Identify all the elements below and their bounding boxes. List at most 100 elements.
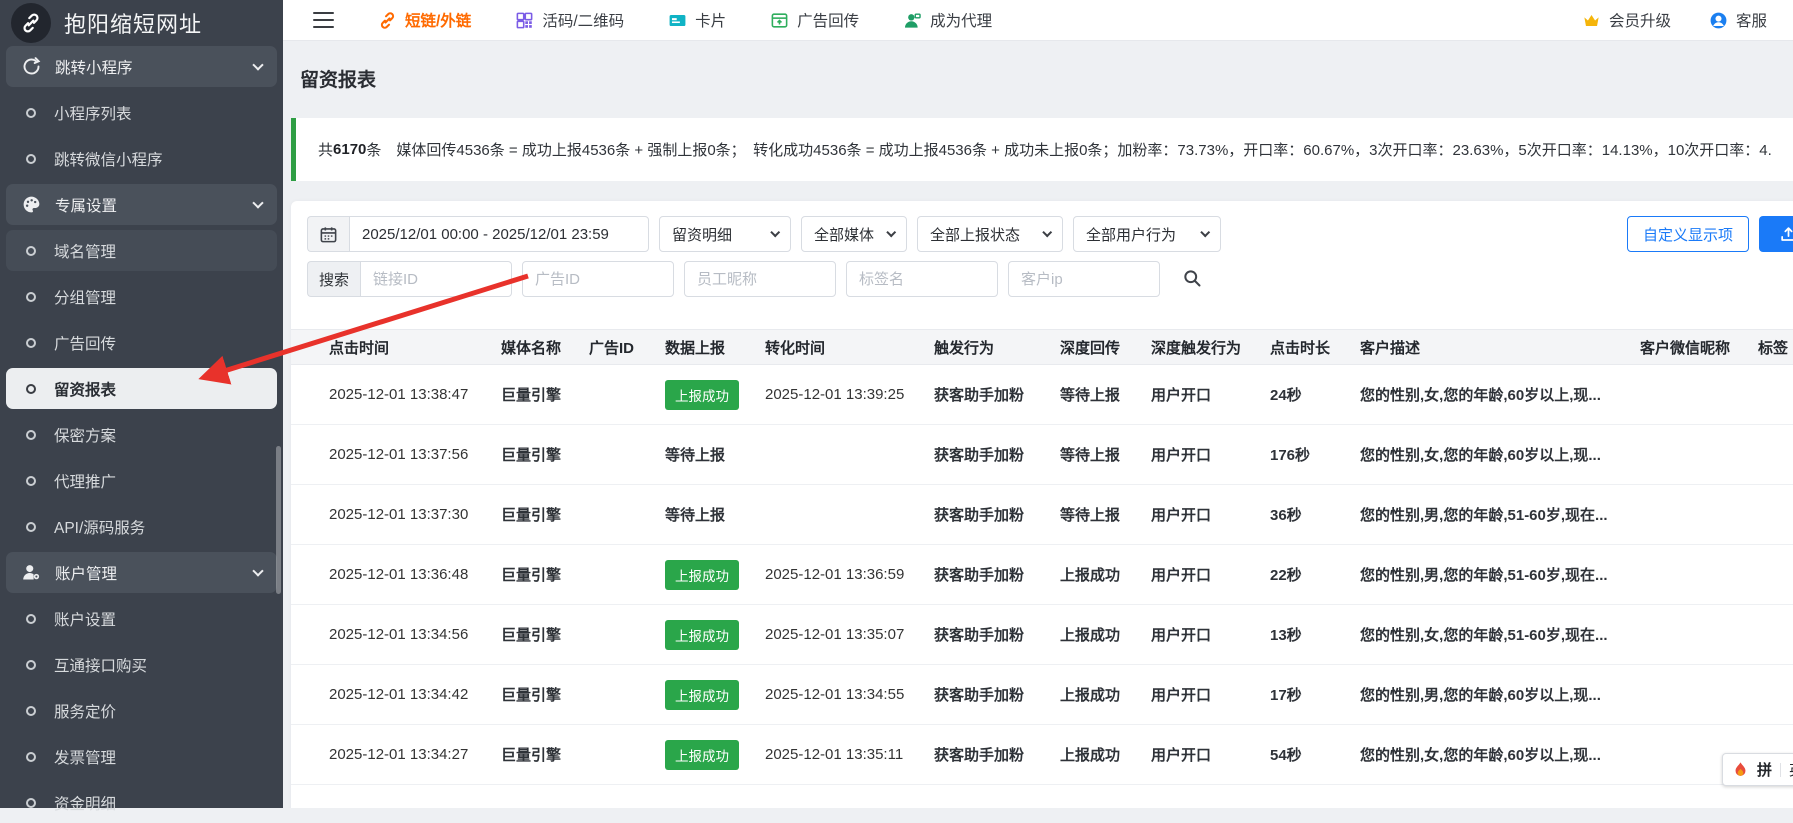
brand-logo[interactable] xyxy=(11,3,51,43)
sidebar-item[interactable]: 域名管理 xyxy=(6,230,277,271)
tab-qr[interactable]: 活码/二维码 xyxy=(515,9,624,31)
column-header: 客户描述 xyxy=(1360,330,1640,365)
report-table-wrap: 点击时间媒体名称广告ID数据上报转化时间触发行为深度回传深度触发行为点击时长客户… xyxy=(291,329,1793,785)
link-icon xyxy=(378,11,397,30)
sidebar-item-label: 域名管理 xyxy=(54,240,262,262)
table-row: 2025-12-01 13:38:47巨量引擎上报成功2025-12-01 13… xyxy=(291,365,1793,425)
sidebar-item-label: 保密方案 xyxy=(54,424,262,446)
column-header: 媒体名称 xyxy=(501,330,589,365)
column-header: 深度触发行为 xyxy=(1151,330,1270,365)
search-input[interactable] xyxy=(1008,261,1160,297)
status-text: 等待上报 xyxy=(665,507,725,524)
sidebar-item-label: 账户设置 xyxy=(54,608,262,630)
export-button[interactable] xyxy=(1759,216,1793,252)
sidebar-item-label: 跳转微信小程序 xyxy=(54,148,262,170)
column-header: 点击时间 xyxy=(291,330,501,365)
nav-support[interactable]: 客服 xyxy=(1709,9,1767,31)
bullet-icon xyxy=(26,798,36,808)
ime-english-toggle[interactable]: 英 xyxy=(1789,759,1793,780)
sidebar-item[interactable]: 广告回传 xyxy=(6,322,277,363)
tab-label: 卡片 xyxy=(695,9,726,31)
sidebar-item[interactable]: 账户管理 xyxy=(6,552,277,593)
sidebar-item[interactable]: 分组管理 xyxy=(6,276,277,317)
sidebar-item[interactable]: 跳转小程序 xyxy=(6,46,277,87)
calendar-button[interactable] xyxy=(307,216,349,252)
column-header: 数据上报 xyxy=(665,330,765,365)
filter-select[interactable]: 全部用户行为 xyxy=(1073,216,1221,252)
sidebar-item[interactable]: 代理推广 xyxy=(6,460,277,501)
search-input-link-id[interactable] xyxy=(360,261,512,297)
customize-columns-button[interactable]: 自定义显示项 xyxy=(1627,216,1749,252)
sidebar-item-label: 资金明细 xyxy=(54,792,262,814)
sidebar-item[interactable]: 账户设置 xyxy=(6,598,277,639)
ime-pinyin-toggle[interactable]: 拼 xyxy=(1757,759,1772,780)
tab-label: 活码/二维码 xyxy=(542,9,624,31)
select-value: 留资明细 xyxy=(672,224,732,245)
bullet-icon xyxy=(26,246,36,256)
column-header: 触发行为 xyxy=(934,330,1060,365)
menu-toggle-icon[interactable] xyxy=(313,12,334,29)
topnav-tabs: 短链/外链 活码/二维码 卡片 广告回传 成为代理 xyxy=(378,9,992,31)
tab-link[interactable]: 短链/外链 xyxy=(378,9,471,31)
sidebar-item[interactable]: 跳转微信小程序 xyxy=(6,138,277,179)
card-icon xyxy=(668,11,687,30)
miniprogram-jump-icon xyxy=(21,56,42,77)
chevron-down-icon xyxy=(770,227,780,237)
report-table: 点击时间媒体名称广告ID数据上报转化时间触发行为深度回传深度触发行为点击时长客户… xyxy=(291,329,1793,785)
ad-callback-icon xyxy=(770,11,789,30)
column-header: 广告ID xyxy=(589,330,665,365)
chevron-down-icon xyxy=(886,227,896,237)
table-row: 2025-12-01 13:34:27巨量引擎上报成功2025-12-01 13… xyxy=(291,725,1793,785)
bullet-icon xyxy=(26,430,36,440)
sidebar-item[interactable]: 保密方案 xyxy=(6,414,277,455)
account-icon xyxy=(21,562,42,583)
sidebar-scrollbar[interactable] xyxy=(276,446,281,594)
tab-card[interactable]: 卡片 xyxy=(668,9,726,31)
sidebar-item[interactable]: 专属设置 xyxy=(6,184,277,225)
link-icon xyxy=(20,12,42,34)
sidebar-item-label: 发票管理 xyxy=(54,746,262,768)
filter-select[interactable]: 全部媒体 xyxy=(801,216,907,252)
sidebar-item[interactable]: 服务定价 xyxy=(6,690,277,731)
sidebar-item[interactable]: 留资报表 xyxy=(6,368,277,409)
tab-agent[interactable]: 成为代理 xyxy=(903,9,992,31)
support-icon xyxy=(1709,11,1728,30)
bullet-icon xyxy=(26,292,36,302)
crown-icon xyxy=(1582,11,1601,30)
sidebar-item[interactable]: 发票管理 xyxy=(6,736,277,777)
filter-select[interactable]: 全部上报状态 xyxy=(917,216,1063,252)
search-row: 搜索 xyxy=(307,261,1793,297)
bullet-icon xyxy=(26,752,36,762)
select-value: 全部用户行为 xyxy=(1086,224,1176,245)
table-row: 2025-12-01 13:34:42巨量引擎上报成功2025-12-01 13… xyxy=(291,665,1793,725)
sidebar-item-label: 跳转小程序 xyxy=(55,56,241,78)
summary-count: 6170 xyxy=(333,141,366,158)
table-header-row: 点击时间媒体名称广告ID数据上报转化时间触发行为深度回传深度触发行为点击时长客户… xyxy=(291,330,1793,365)
table-row: 2025-12-01 13:37:56巨量引擎等待上报获客助手加粉等待上报用户开… xyxy=(291,425,1793,485)
sidebar-item[interactable]: 小程序列表 xyxy=(6,92,277,133)
sidebar-item-label: 小程序列表 xyxy=(54,102,262,124)
date-range-input[interactable] xyxy=(349,216,649,252)
search-input[interactable] xyxy=(846,261,998,297)
search-input[interactable] xyxy=(684,261,836,297)
filter-row: 留资明细 全部媒体 全部上报状态 全部用户行为 自定义显示项 xyxy=(307,216,1793,252)
select-value: 全部媒体 xyxy=(814,224,874,245)
search-group: 搜索 xyxy=(307,261,512,297)
filter-select[interactable]: 留资明细 xyxy=(659,216,791,252)
select-value: 全部上报状态 xyxy=(930,224,1020,245)
ime-icon[interactable] xyxy=(1732,761,1749,778)
sidebar-item[interactable]: API/源码服务 xyxy=(6,506,277,547)
sidebar-item[interactable]: 互通接口购买 xyxy=(6,644,277,685)
report-card: 留资明细 全部媒体 全部上报状态 全部用户行为 自定义显示项 搜索 点击时间媒体名称广… xyxy=(291,201,1793,808)
status-badge: 上报成功 xyxy=(665,560,739,590)
tab-label: 广告回传 xyxy=(797,9,859,31)
sidebar-item[interactable]: 资金明细 xyxy=(6,782,277,823)
page-content: 留资报表 共6170条 媒体回传4536条 = 成功上报4536条 + 强制上报… xyxy=(283,41,1793,808)
nav-crown[interactable]: 会员升级 xyxy=(1582,9,1671,31)
sidebar-item-label: 账户管理 xyxy=(55,562,241,584)
search-button[interactable] xyxy=(1178,264,1206,295)
column-header: 点击时长 xyxy=(1270,330,1360,365)
tab-ad-callback[interactable]: 广告回传 xyxy=(770,9,859,31)
search-input[interactable] xyxy=(522,261,674,297)
sidebar-item-label: 代理推广 xyxy=(54,470,262,492)
